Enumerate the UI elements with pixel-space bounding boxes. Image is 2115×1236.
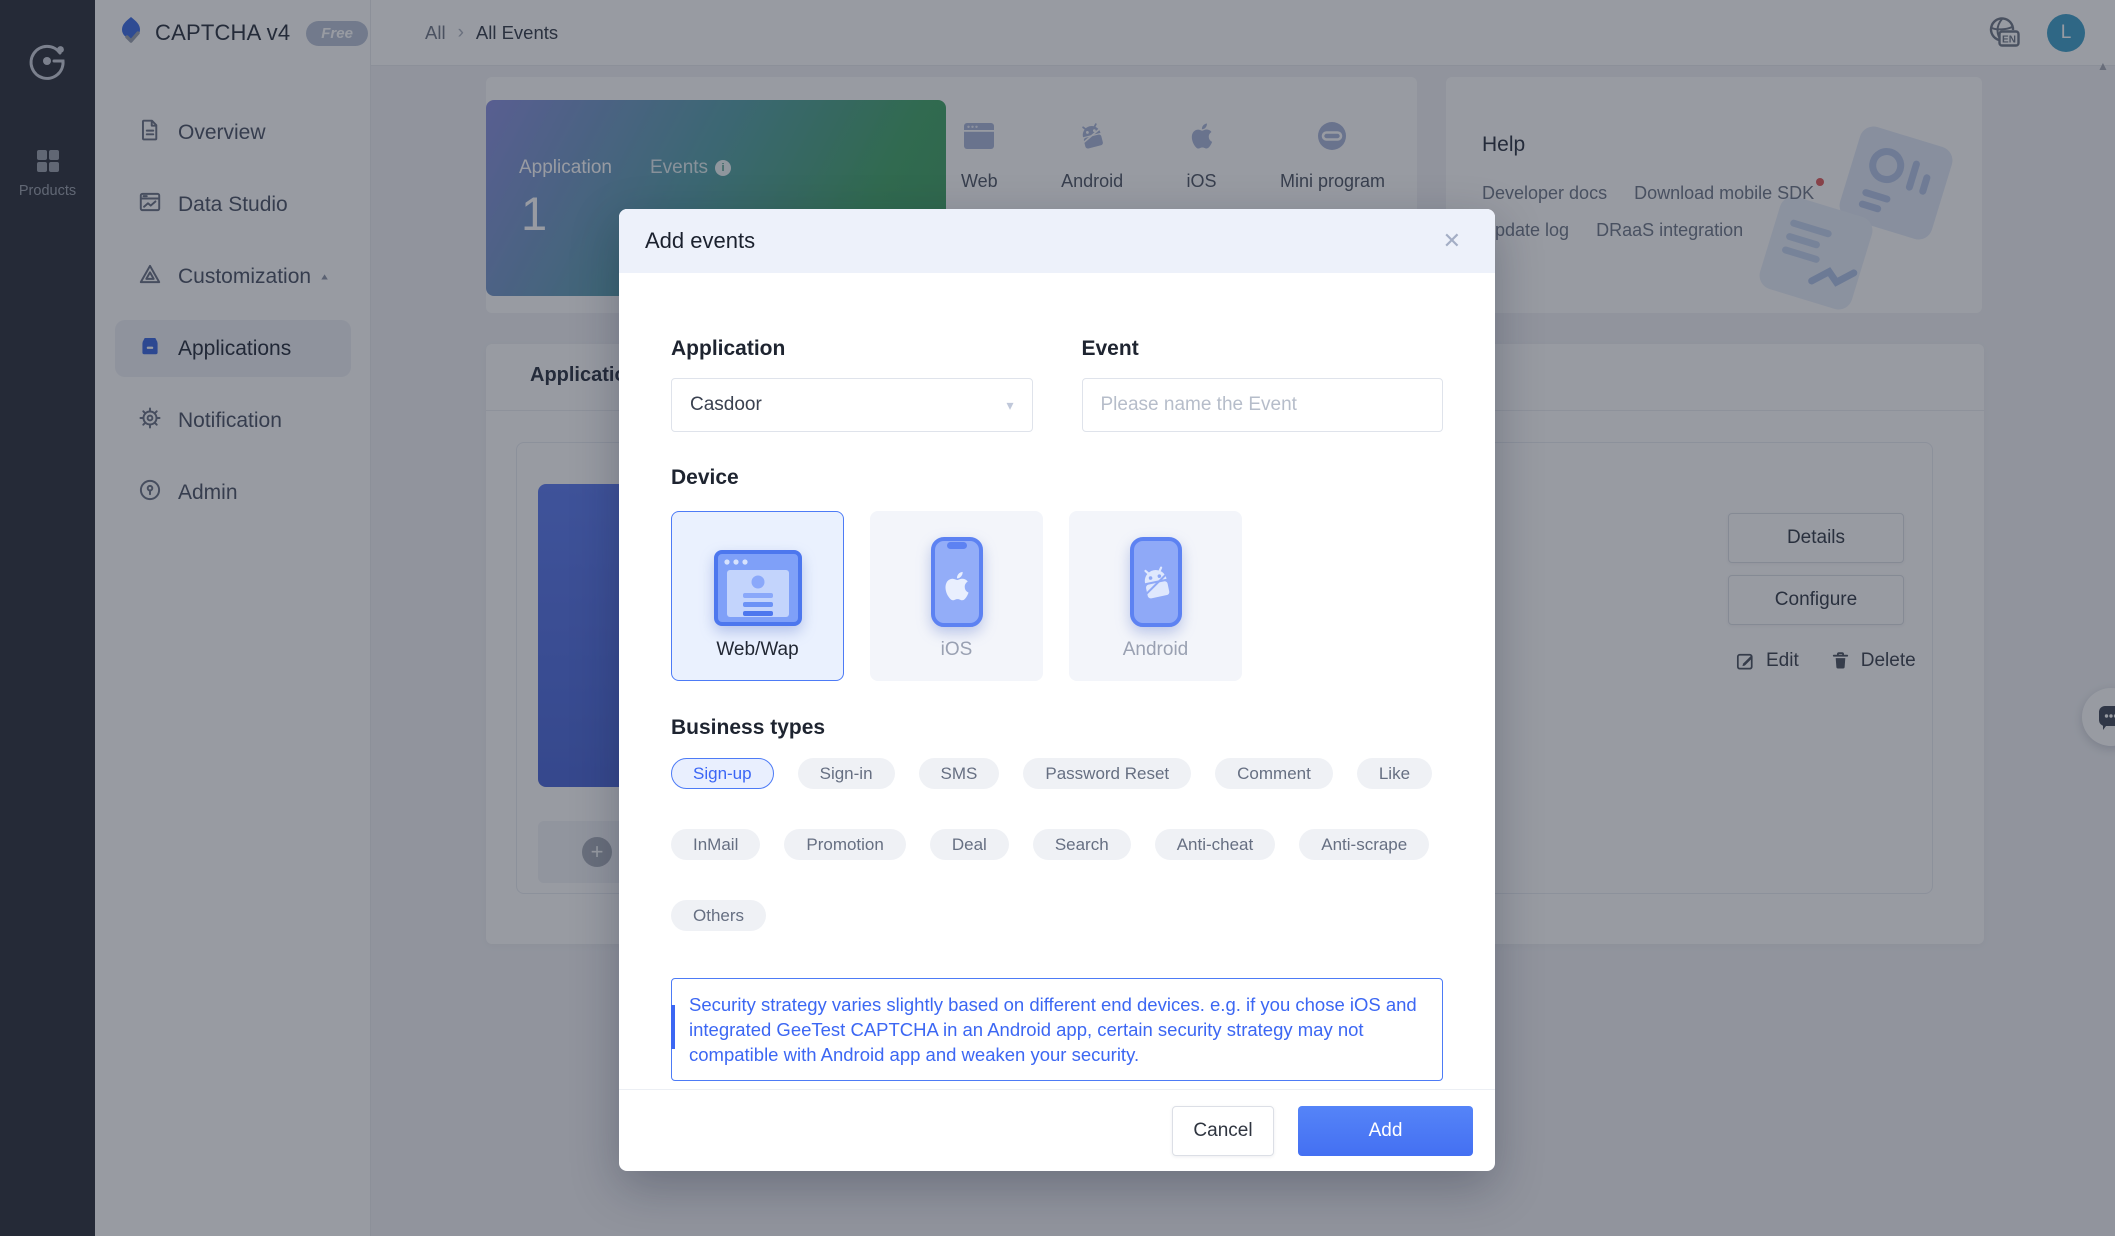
android-phone-icon xyxy=(1129,531,1183,627)
business-types-label: Business types xyxy=(671,716,826,739)
chip-comment[interactable]: Comment xyxy=(1215,758,1333,789)
add-events-modal: Add events ✕ Application Casdoor ▾ Event… xyxy=(619,209,1495,1171)
event-field-label: Event xyxy=(1081,337,1139,360)
device-card-web[interactable]: Web/Wap xyxy=(671,511,844,681)
web-window-icon xyxy=(713,531,803,627)
chip-inmail[interactable]: InMail xyxy=(671,829,761,860)
chip-promotion[interactable]: Promotion xyxy=(784,829,906,860)
business-type-chips: Sign-up Sign-in SMS Password Reset Comme… xyxy=(671,758,1443,931)
application-field-label: Application xyxy=(671,337,786,360)
chip-anti-scrape[interactable]: Anti-scrape xyxy=(1299,829,1430,860)
iphone-icon xyxy=(930,531,984,627)
add-button[interactable]: Add xyxy=(1298,1105,1473,1156)
event-name-input[interactable] xyxy=(1081,378,1443,432)
modal-title: Add events xyxy=(645,228,756,253)
application-select-value: Casdoor xyxy=(690,394,762,415)
device-card-label: iOS xyxy=(940,639,973,660)
device-card-label: Web/Wap xyxy=(716,639,799,660)
chip-search[interactable]: Search xyxy=(1032,829,1131,860)
device-card-label: Android xyxy=(1122,639,1189,660)
cancel-button[interactable]: Cancel xyxy=(1172,1105,1274,1156)
device-card-android[interactable]: Android xyxy=(1069,511,1242,681)
security-note: Security strategy varies slightly based … xyxy=(671,978,1443,1081)
modal-footer: Cancel Add xyxy=(619,1089,1495,1171)
chevron-down-icon: ▾ xyxy=(1006,396,1014,413)
modal-header: Add events ✕ xyxy=(619,209,1495,273)
chip-deal[interactable]: Deal xyxy=(929,829,1009,860)
chip-others[interactable]: Others xyxy=(671,900,767,931)
close-icon[interactable]: ✕ xyxy=(1443,230,1461,252)
chip-password-reset[interactable]: Password Reset xyxy=(1023,758,1192,789)
device-card-ios[interactable]: iOS xyxy=(870,511,1043,681)
device-section-label: Device xyxy=(671,466,739,489)
chip-sign-up[interactable]: Sign-up xyxy=(671,758,774,789)
application-select[interactable]: Casdoor ▾ xyxy=(671,378,1033,432)
chip-sms[interactable]: SMS xyxy=(918,758,1000,789)
chip-sign-in[interactable]: Sign-in xyxy=(797,758,895,789)
chip-like[interactable]: Like xyxy=(1356,758,1433,789)
chip-anti-cheat[interactable]: Anti-cheat xyxy=(1154,829,1276,860)
